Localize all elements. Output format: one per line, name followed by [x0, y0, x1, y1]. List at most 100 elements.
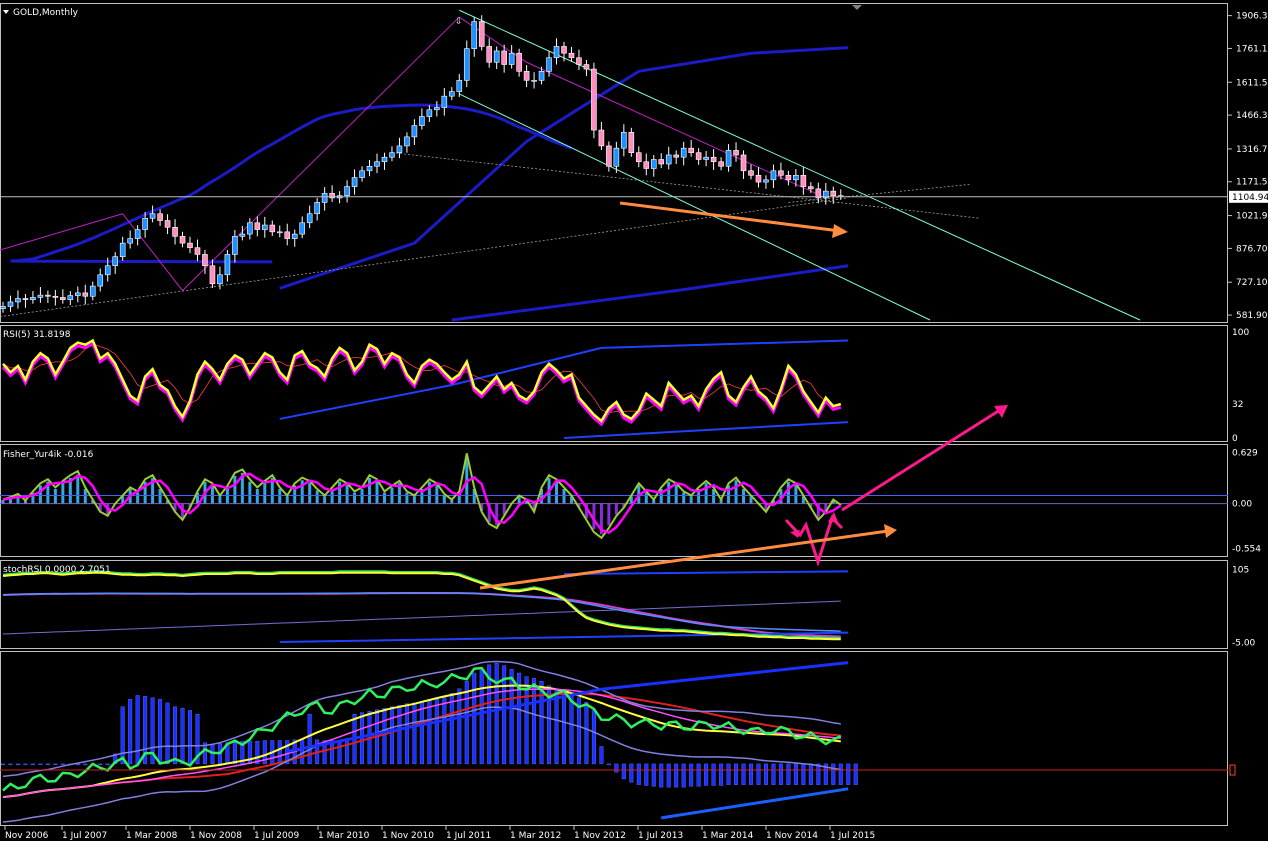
fisher-tick-label: -0.554: [1232, 545, 1261, 555]
candle-body: [187, 242, 193, 248]
candle-body: [112, 256, 118, 267]
candle-body: [396, 145, 403, 153]
fisher-histogram-bar: [233, 475, 237, 504]
candle-body: [673, 154, 680, 158]
candle-body: [239, 233, 246, 237]
candle-body: [448, 91, 455, 97]
fisher-histogram-bar: [323, 496, 327, 504]
fisher-histogram-bar: [210, 485, 214, 504]
time-tick-label: 1 Mar 2012: [510, 831, 561, 841]
candle-body: [82, 292, 89, 297]
candle-body: [441, 95, 448, 108]
time-tick-label: 1 Nov 2010: [382, 831, 434, 841]
macd-histogram-bar: [532, 678, 537, 765]
candle-body: [134, 229, 141, 239]
time-tick-label: 1 Mar 2008: [126, 831, 178, 841]
macd-histogram-bar: [509, 669, 514, 765]
fisher-histogram-bar: [353, 492, 357, 504]
candle-body: [306, 213, 313, 224]
macd-histogram-bar: [30, 763, 35, 766]
candle-body: [366, 165, 373, 172]
candle-body: [67, 295, 74, 300]
macd-histogram-bar: [60, 763, 65, 766]
candle-body: [60, 297, 66, 300]
fisher-tick-label: 0.00: [1232, 500, 1252, 510]
candle-body: [209, 265, 216, 285]
candle-body: [770, 170, 777, 181]
candle-body: [665, 154, 672, 165]
macd-histogram-bar: [629, 763, 634, 783]
candle-body: [531, 80, 537, 82]
rsi-tick-label: 100: [1232, 328, 1249, 338]
candle-body: [22, 298, 29, 300]
macd-histogram-bar: [539, 681, 544, 765]
macd-histogram-bar: [277, 740, 282, 765]
candle-body: [351, 177, 358, 187]
candle-body: [508, 52, 515, 65]
stoch-tick-label: -5.00: [1232, 639, 1256, 649]
candle-body: [127, 238, 133, 244]
candle-body: [299, 222, 306, 235]
fisher-histogram-bar: [644, 492, 648, 504]
macd-histogram-bar: [135, 695, 140, 765]
macd-histogram-bar: [801, 763, 806, 785]
macd-histogram-bar: [210, 744, 215, 765]
macd-histogram-bar: [599, 746, 604, 765]
fisher-histogram-bar: [435, 485, 439, 504]
macd-histogram-bar: [45, 763, 50, 766]
time-tick-label: 1 Mar 2014: [702, 831, 754, 841]
mt4-chart-window[interactable]: ⇩ GOLD,Monthly 1906.30 1761.10 1611.50 1466…: [0, 0, 1268, 841]
fisher-histogram-bar: [360, 489, 364, 504]
stoch-tick-label: 105: [1232, 565, 1249, 575]
candle-body: [45, 294, 51, 297]
macd-histogram-bar: [778, 763, 783, 785]
fisher-histogram-bar: [83, 489, 87, 504]
candle-body: [710, 156, 717, 163]
macd-histogram-bar: [23, 763, 28, 766]
macd-histogram-bar: [689, 763, 694, 787]
candle-body: [344, 186, 350, 196]
candle-body: [261, 224, 268, 230]
time-tick-label: 1 Jul 2009: [254, 831, 299, 841]
candle-body: [583, 64, 590, 70]
macd-histogram-bar: [479, 669, 484, 765]
fisher-histogram-bar: [218, 496, 222, 504]
candle-body: [434, 107, 440, 111]
fisher-histogram-bar: [412, 496, 416, 504]
fisher-histogram-bar: [607, 503, 611, 526]
macd-histogram-bar: [719, 763, 724, 786]
macd-histogram-bar: [831, 763, 836, 785]
candle-body: [172, 227, 178, 237]
macd-histogram-bar: [666, 763, 671, 788]
candle-body: [606, 145, 612, 167]
price-tick-label: 1021.90: [1236, 212, 1268, 222]
candle-body: [321, 193, 328, 203]
fisher-histogram-bar: [382, 492, 386, 504]
candle-body: [284, 231, 291, 239]
macd-histogram-bar: [554, 688, 559, 765]
candle-body: [703, 156, 709, 160]
macd-histogram-bar: [741, 763, 746, 785]
candle-body: [486, 46, 493, 63]
candle-body: [164, 220, 171, 228]
price-tick-label: 1466.30: [1236, 111, 1268, 121]
candle-body: [725, 150, 732, 167]
fisher-histogram-bar: [712, 489, 716, 504]
macd-histogram-bar: [756, 763, 761, 785]
candle-body: [456, 80, 463, 92]
fisher-histogram-bar: [682, 492, 686, 504]
macd-histogram-bar: [853, 763, 858, 785]
candle-body: [359, 170, 365, 178]
macd-histogram-bar: [337, 740, 342, 765]
time-tick-label: 1 Nov 2008: [190, 831, 242, 841]
candle-body: [89, 285, 96, 297]
candle-body: [149, 213, 156, 219]
fisher-histogram-bar: [562, 489, 566, 504]
macd-histogram-bar: [165, 702, 170, 765]
fisher-histogram-bar: [278, 489, 282, 504]
candle-body: [291, 233, 298, 239]
candle-body: [463, 48, 470, 81]
macd-histogram-bar: [187, 710, 192, 765]
candle-body: [75, 292, 81, 296]
macd-histogram-bar: [173, 706, 178, 765]
